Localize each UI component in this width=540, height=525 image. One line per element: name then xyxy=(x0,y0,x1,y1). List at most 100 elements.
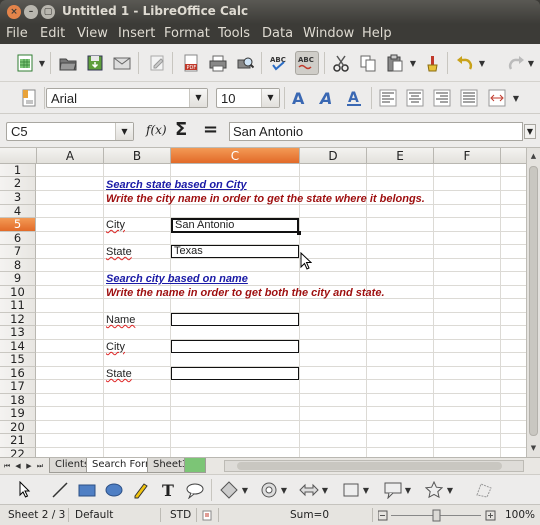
email-icon[interactable] xyxy=(111,52,133,74)
maximize-icon[interactable]: ▢ xyxy=(41,5,55,19)
export-pdf-icon[interactable]: PDF xyxy=(180,52,202,74)
font-name-combo[interactable]: Arial ▼ xyxy=(46,88,208,108)
column-header-e[interactable]: E xyxy=(367,148,434,164)
state-result-cell[interactable]: Texas xyxy=(171,245,299,258)
select-all-corner[interactable] xyxy=(0,148,37,164)
scroll-down-icon[interactable]: ▼ xyxy=(527,441,540,455)
print-preview-icon[interactable] xyxy=(234,52,256,74)
fill-handle[interactable] xyxy=(297,231,301,235)
chevron-down-icon[interactable]: ▼ xyxy=(409,59,417,68)
merge-cells-icon[interactable] xyxy=(486,87,508,109)
menu-format[interactable]: Format xyxy=(164,26,210,41)
align-right-icon[interactable] xyxy=(431,87,453,109)
chevron-down-icon[interactable]: ▼ xyxy=(261,89,279,107)
minimize-icon[interactable]: – xyxy=(24,5,38,19)
selection-mode[interactable]: STD xyxy=(170,509,191,521)
row-header[interactable]: 7 xyxy=(0,245,36,259)
row-header[interactable]: 17 xyxy=(0,380,36,394)
menu-view[interactable]: View xyxy=(77,26,108,41)
block-arrows-icon[interactable] xyxy=(298,479,320,501)
chevron-down-icon[interactable]: ▼ xyxy=(362,486,370,495)
function-button[interactable]: = xyxy=(203,119,218,140)
chevron-down-icon[interactable]: ▼ xyxy=(527,59,535,68)
chevron-down-icon[interactable]: ▼ xyxy=(241,486,249,495)
paste-icon[interactable] xyxy=(384,52,406,74)
italic-icon[interactable]: A xyxy=(316,87,338,109)
city-result-cell[interactable] xyxy=(171,340,299,353)
chevron-down-icon[interactable]: ▼ xyxy=(38,59,46,68)
row-header-selected[interactable]: 5 xyxy=(0,218,36,232)
rectangle-tool-icon[interactable] xyxy=(76,479,98,501)
basic-shapes-icon[interactable] xyxy=(218,479,240,501)
row-header[interactable]: 15 xyxy=(0,353,36,367)
column-header-f[interactable]: F xyxy=(434,148,501,164)
spellcheck-icon[interactable]: ABC xyxy=(268,52,290,74)
menu-insert[interactable]: Insert xyxy=(118,26,155,41)
column-header-b[interactable]: B xyxy=(104,148,171,164)
menu-data[interactable]: Data xyxy=(262,26,293,41)
close-icon[interactable]: × xyxy=(7,5,21,19)
flowchart-icon[interactable] xyxy=(340,479,362,501)
autospellcheck-icon[interactable]: ABC xyxy=(295,51,319,75)
callout-tool-icon[interactable] xyxy=(184,479,206,501)
bold-icon[interactable]: A xyxy=(288,87,310,109)
align-center-icon[interactable] xyxy=(404,87,426,109)
chevron-down-icon[interactable]: ▼ xyxy=(446,486,454,495)
city-input-cell[interactable]: San Antonio xyxy=(171,218,299,233)
add-sheet-icon[interactable] xyxy=(184,458,206,473)
chevron-down-icon[interactable]: ▼ xyxy=(189,89,207,107)
select-pointer-icon[interactable] xyxy=(14,479,36,501)
row-header[interactable]: 22 xyxy=(0,448,36,457)
zoom-level[interactable]: 100% xyxy=(505,509,535,521)
prev-sheet-icon[interactable]: ◀ xyxy=(13,460,23,472)
undo-icon[interactable] xyxy=(454,52,476,74)
zoom-slider[interactable] xyxy=(378,509,498,522)
menu-edit[interactable]: Edit xyxy=(40,26,65,41)
horizontal-scrollbar[interactable] xyxy=(224,460,524,472)
scroll-up-icon[interactable]: ▲ xyxy=(527,149,540,163)
font-size-combo[interactable]: 10 ▼ xyxy=(216,88,280,108)
row-header[interactable]: 3 xyxy=(0,191,36,205)
text-tool-icon[interactable]: T xyxy=(157,479,179,501)
last-sheet-icon[interactable]: ⏭ xyxy=(35,460,45,472)
menu-window[interactable]: Window xyxy=(303,26,354,41)
row-header[interactable]: 21 xyxy=(0,434,36,448)
page-style[interactable]: Default xyxy=(75,509,113,521)
open-folder-icon[interactable] xyxy=(57,52,79,74)
clone-formatting-icon[interactable] xyxy=(421,52,443,74)
menu-help[interactable]: Help xyxy=(362,26,392,41)
column-header-d[interactable]: D xyxy=(300,148,367,164)
stars-icon[interactable] xyxy=(423,479,445,501)
formula-input[interactable]: San Antonio xyxy=(229,122,523,141)
row-header[interactable]: 9 xyxy=(0,272,36,286)
underline-icon[interactable]: A xyxy=(343,87,365,109)
next-sheet-icon[interactable]: ▶ xyxy=(24,460,34,472)
symbol-shapes-icon[interactable] xyxy=(258,479,280,501)
save-icon[interactable] xyxy=(84,52,106,74)
line-tool-icon[interactable] xyxy=(49,479,71,501)
sum-button[interactable]: Σ xyxy=(175,119,187,140)
chevron-down-icon[interactable]: ▼ xyxy=(280,486,288,495)
state-result-cell-2[interactable] xyxy=(171,367,299,380)
first-sheet-icon[interactable]: ⏮ xyxy=(2,460,12,472)
copy-icon[interactable] xyxy=(357,52,379,74)
redo-icon[interactable] xyxy=(505,52,527,74)
chevron-down-icon[interactable]: ▼ xyxy=(321,486,329,495)
freeform-line-icon[interactable] xyxy=(130,479,152,501)
ellipse-tool-icon[interactable] xyxy=(103,479,125,501)
edit-file-icon[interactable] xyxy=(146,52,168,74)
chevron-down-icon[interactable]: ▼ xyxy=(478,59,486,68)
scrollbar-thumb[interactable] xyxy=(237,462,502,470)
chevron-down-icon[interactable]: ▼ xyxy=(404,486,412,495)
menu-tools[interactable]: Tools xyxy=(218,26,250,41)
spreadsheet-grid[interactable]: A B C D E F 1 2 3 4 5 6 7 8 9 10 11 12 1… xyxy=(0,148,540,457)
row-header[interactable]: 13 xyxy=(0,326,36,340)
justify-icon[interactable] xyxy=(458,87,480,109)
menu-file[interactable]: File xyxy=(6,26,28,41)
chevron-down-icon[interactable]: ▼ xyxy=(115,123,133,140)
chevron-down-icon[interactable]: ▼ xyxy=(524,124,536,139)
vertical-scrollbar[interactable]: ▲ ▼ xyxy=(526,148,540,457)
points-icon[interactable] xyxy=(473,479,495,501)
row-header[interactable]: 19 xyxy=(0,407,36,421)
name-input-cell[interactable] xyxy=(171,313,299,326)
